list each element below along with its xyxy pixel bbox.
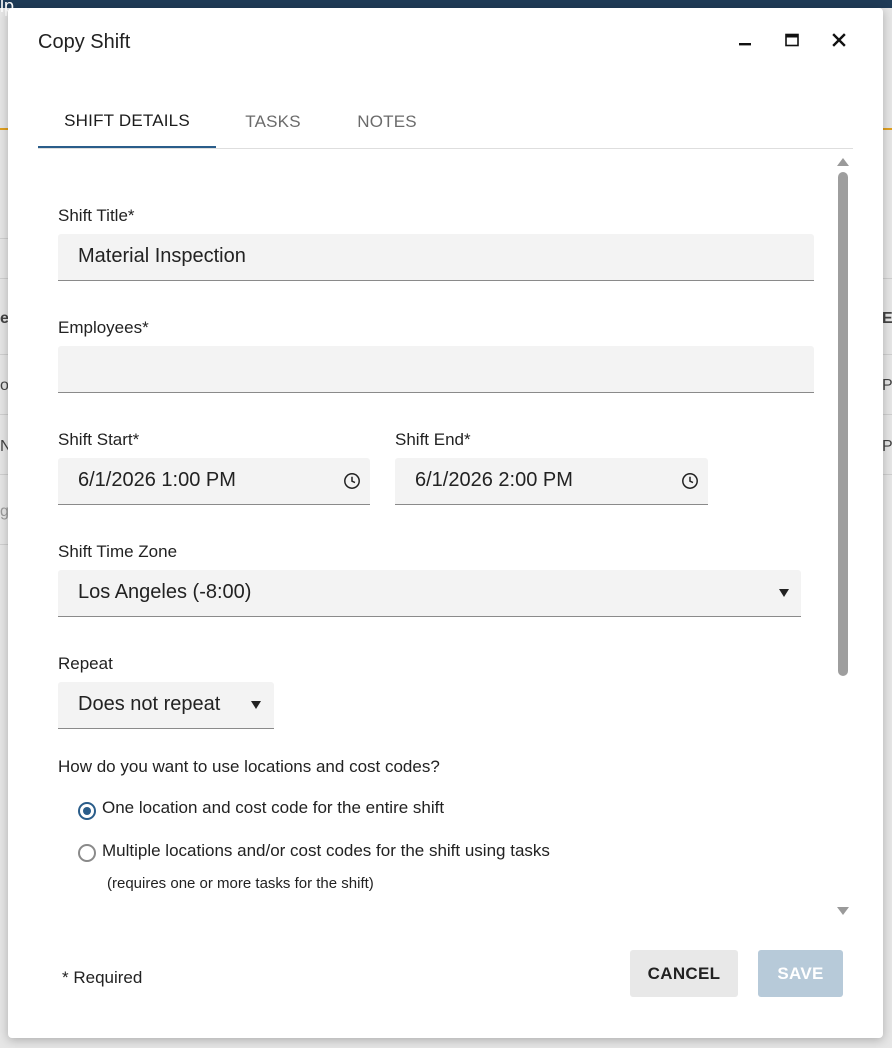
shift-end-value: 6/1/2026 2:00 PM — [415, 469, 573, 491]
save-button[interactable]: SAVE — [758, 950, 843, 997]
maximize-icon — [785, 33, 799, 47]
time-zone-select[interactable]: Los Angeles (-8:00) — [58, 570, 801, 617]
shift-end-label: Shift End* — [395, 430, 471, 449]
background-divider — [883, 414, 892, 415]
tab-bar: SHIFT DETAILS TASKS NOTES — [38, 96, 853, 149]
background-divider — [0, 238, 8, 239]
radio-multiple-locations-note: (requires one or more tasks for the shif… — [107, 875, 374, 892]
scrollbar-thumb[interactable] — [838, 172, 848, 676]
background-divider — [0, 414, 8, 415]
radio-one-location-label[interactable]: One location and cost code for the entir… — [102, 798, 444, 818]
shift-end-input[interactable]: 6/1/2026 2:00 PM — [395, 458, 708, 505]
scrollbar[interactable] — [836, 158, 850, 923]
employees-input[interactable] — [58, 346, 814, 393]
background-cell: P — [882, 438, 892, 455]
close-icon — [832, 33, 846, 47]
background-divider — [0, 354, 8, 355]
radio-one-location[interactable] — [78, 802, 96, 820]
repeat-value: Does not repeat — [78, 693, 221, 715]
scroll-down-arrow-icon[interactable] — [837, 907, 849, 915]
background-column-header: E — [882, 310, 892, 327]
shift-start-input[interactable]: 6/1/2026 1:00 PM — [58, 458, 370, 505]
clock-icon[interactable] — [343, 472, 361, 490]
location-question: How do you want to use locations and cos… — [58, 757, 440, 776]
shift-start-value: 6/1/2026 1:00 PM — [78, 469, 236, 491]
background-divider — [883, 278, 892, 279]
repeat-label: Repeat — [58, 654, 113, 673]
background-divider — [883, 474, 892, 475]
minimize-button[interactable] — [733, 28, 757, 52]
background-divider — [0, 474, 8, 475]
tab-notes[interactable]: NOTES — [330, 96, 444, 147]
clock-icon[interactable] — [681, 472, 699, 490]
radio-multiple-locations-label[interactable]: Multiple locations and/or cost codes for… — [102, 841, 550, 861]
background-divider — [883, 354, 892, 355]
close-button[interactable] — [827, 28, 851, 52]
tab-tasks[interactable]: TASKS — [216, 96, 330, 147]
background-divider — [0, 278, 8, 279]
shift-title-value: Material Inspection — [78, 245, 246, 267]
background-topbar: lp — [0, 0, 892, 16]
radio-multiple-locations[interactable] — [78, 844, 96, 862]
cancel-button[interactable]: CANCEL — [630, 950, 738, 997]
chevron-down-icon — [251, 701, 261, 709]
required-note: * Required — [62, 968, 143, 987]
tab-shift-details[interactable]: SHIFT DETAILS — [38, 96, 216, 148]
minimize-icon — [739, 43, 751, 46]
scroll-up-arrow-icon[interactable] — [837, 158, 849, 166]
shift-title-label: Shift Title* — [58, 206, 135, 225]
shift-start-label: Shift Start* — [58, 430, 140, 449]
time-zone-label: Shift Time Zone — [58, 542, 178, 561]
chevron-down-icon — [779, 589, 789, 597]
shift-title-input[interactable]: Material Inspection — [58, 234, 814, 281]
employees-label: Employees* — [58, 318, 149, 337]
maximize-button[interactable] — [780, 28, 804, 52]
time-zone-value: Los Angeles (-8:00) — [78, 581, 252, 603]
dialog-title: Copy Shift — [38, 31, 131, 53]
repeat-select[interactable]: Does not repeat — [58, 682, 274, 729]
background-divider — [0, 544, 8, 545]
copy-shift-dialog: Copy Shift SHIFT DETAILS TASKS NOTES Shi… — [8, 8, 883, 1038]
background-cell: P — [882, 377, 892, 394]
